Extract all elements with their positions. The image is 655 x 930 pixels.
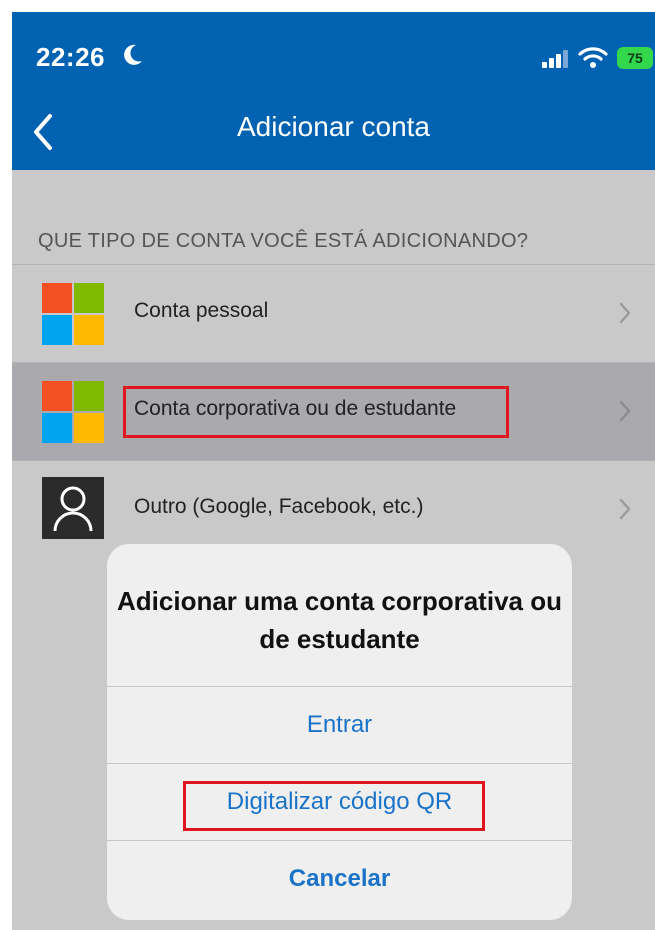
highlight-annotation (123, 386, 509, 438)
account-option-personal[interactable]: Conta pessoal (12, 265, 655, 362)
action-sheet-title: Adicionar uma conta corporativa ou de es… (117, 586, 562, 654)
person-icon (42, 477, 104, 539)
chevron-right-icon (618, 301, 632, 330)
moon-icon (122, 43, 144, 72)
cancel-button[interactable]: Cancelar (107, 841, 572, 917)
account-option-label: Conta pessoal (134, 299, 269, 322)
microsoft-logo-icon (42, 381, 104, 443)
action-sheet: Adicionar uma conta corporativa ou de es… (107, 544, 572, 920)
wifi-icon (578, 45, 608, 74)
account-option-label: Outro (Google, Facebook, etc.) (134, 495, 424, 518)
battery-indicator: 75 (617, 47, 653, 69)
section-header: QUE TIPO DE CONTA VOCÊ ESTÁ ADICIONANDO? (38, 230, 529, 252)
sign-in-button[interactable]: Entrar (107, 687, 572, 763)
page-title: Adicionar conta (236, 111, 430, 142)
status-time: 22:26 (36, 42, 105, 72)
phone-screen: 22:26 75 Adicionar conta QUE TIPO DE CON… (12, 12, 655, 930)
chevron-right-icon (618, 399, 632, 428)
chevron-right-icon (618, 497, 632, 526)
cellular-signal-icon (542, 50, 570, 73)
microsoft-logo-icon (42, 283, 104, 345)
app-header: 22:26 75 Adicionar conta (12, 12, 655, 170)
highlight-annotation (183, 781, 485, 831)
